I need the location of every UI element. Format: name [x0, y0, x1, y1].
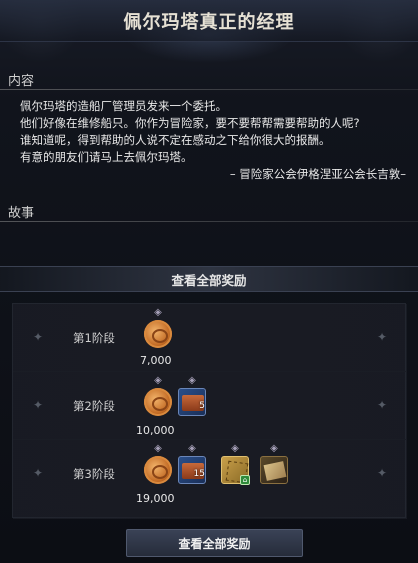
home-badge-icon: ⌂	[240, 475, 250, 485]
skill-book-icon: 15	[178, 456, 206, 484]
content-section-label: 内容	[8, 74, 35, 89]
stage-rewards-panel: ✦ 第1阶段 ◈ 7,000 ✦ ✦ 第2阶段 ◈ 10,000 ◈ 5 ✦ ✦…	[12, 303, 407, 519]
stage-row-2: ✦ 第2阶段 ◈ 10,000 ◈ 5 ✦	[13, 372, 407, 440]
silver-coin-icon	[144, 388, 172, 416]
silver-coin-icon	[144, 320, 172, 348]
ornament-icon: ✦	[33, 398, 44, 412]
view-all-rewards-header[interactable]: 查看全部奖励	[0, 266, 418, 292]
parchment-icon	[260, 456, 288, 484]
stage-label: 第2阶段	[73, 399, 115, 413]
reward-marker-icon: ◈	[231, 443, 239, 454]
reward-slot[interactable]: ◈	[141, 444, 175, 484]
stage-row-1: ✦ 第1阶段 ◈ 7,000 ✦	[13, 304, 407, 372]
reward-marker-icon: ◈	[154, 307, 162, 318]
quest-signature: – 冒险家公会伊格涅亚公会长吉敦–	[229, 167, 406, 181]
view-all-rewards-button[interactable]: 查看全部奖励	[126, 529, 303, 557]
content-divider	[0, 89, 418, 90]
ornament-icon: ✦	[376, 466, 387, 480]
title-bar: 佩尔玛塔真正的经理	[0, 0, 418, 42]
reward-slot[interactable]: ◈	[141, 308, 175, 348]
story-section-label: 故事	[8, 206, 35, 221]
reward-slot[interactable]: ◈ ⌂	[218, 443, 252, 485]
reward-marker-icon: ◈	[188, 443, 196, 454]
description-line: 他们好像在维修船只。你作为冒险家，要不要帮帮需要帮助的人呢?	[20, 116, 360, 130]
ornament-icon: ✦	[376, 398, 387, 412]
reward-slot[interactable]: ◈	[141, 376, 175, 416]
quest-window: 佩尔玛塔真正的经理 内容 佩尔玛塔的造船厂管理员发来一个委托。 他们好像在维修船…	[0, 0, 418, 563]
map-scroll-icon: ⌂	[221, 456, 250, 485]
silver-coin-icon	[144, 456, 172, 484]
story-divider	[0, 221, 418, 222]
story-content	[0, 226, 418, 266]
reward-amount: 7,000	[140, 354, 172, 367]
description-line: 谁知道呢，得到帮助的人说不定在感动之下给你很大的报酬。	[20, 133, 331, 147]
reward-marker-icon: ◈	[154, 375, 162, 386]
skill-book-icon: 5	[178, 388, 206, 416]
stage-row-3: ✦ 第3阶段 ◈ 19,000 ◈ 15 ◈ ⌂ ◈ ✦	[13, 440, 407, 519]
description-line: 佩尔玛塔的造船厂管理员发来一个委托。	[20, 99, 227, 113]
reward-marker-icon: ◈	[270, 443, 278, 454]
reward-marker-icon: ◈	[188, 375, 196, 386]
quest-description: 佩尔玛塔的造船厂管理员发来一个委托。 他们好像在维修船只。你作为冒险家，要不要帮…	[20, 98, 410, 183]
description-line: 有意的朋友们请马上去佩尔玛塔。	[20, 150, 193, 164]
reward-amount: 19,000	[136, 492, 175, 505]
reward-amount: 10,000	[136, 424, 175, 437]
reward-marker-icon: ◈	[154, 443, 162, 454]
quest-title: 佩尔玛塔真正的经理	[123, 11, 295, 33]
ornament-icon: ✦	[376, 330, 387, 344]
reward-slot[interactable]: ◈ 5	[175, 376, 209, 416]
ornament-icon: ✦	[33, 466, 44, 480]
reward-slot[interactable]: ◈ 15	[175, 444, 209, 484]
item-quantity: 15	[193, 469, 205, 479]
item-quantity: 5	[199, 401, 205, 411]
stage-label: 第1阶段	[73, 331, 115, 345]
ornament-icon: ✦	[33, 330, 44, 344]
stage-label: 第3阶段	[73, 467, 115, 481]
reward-slot[interactable]: ◈	[257, 444, 291, 484]
